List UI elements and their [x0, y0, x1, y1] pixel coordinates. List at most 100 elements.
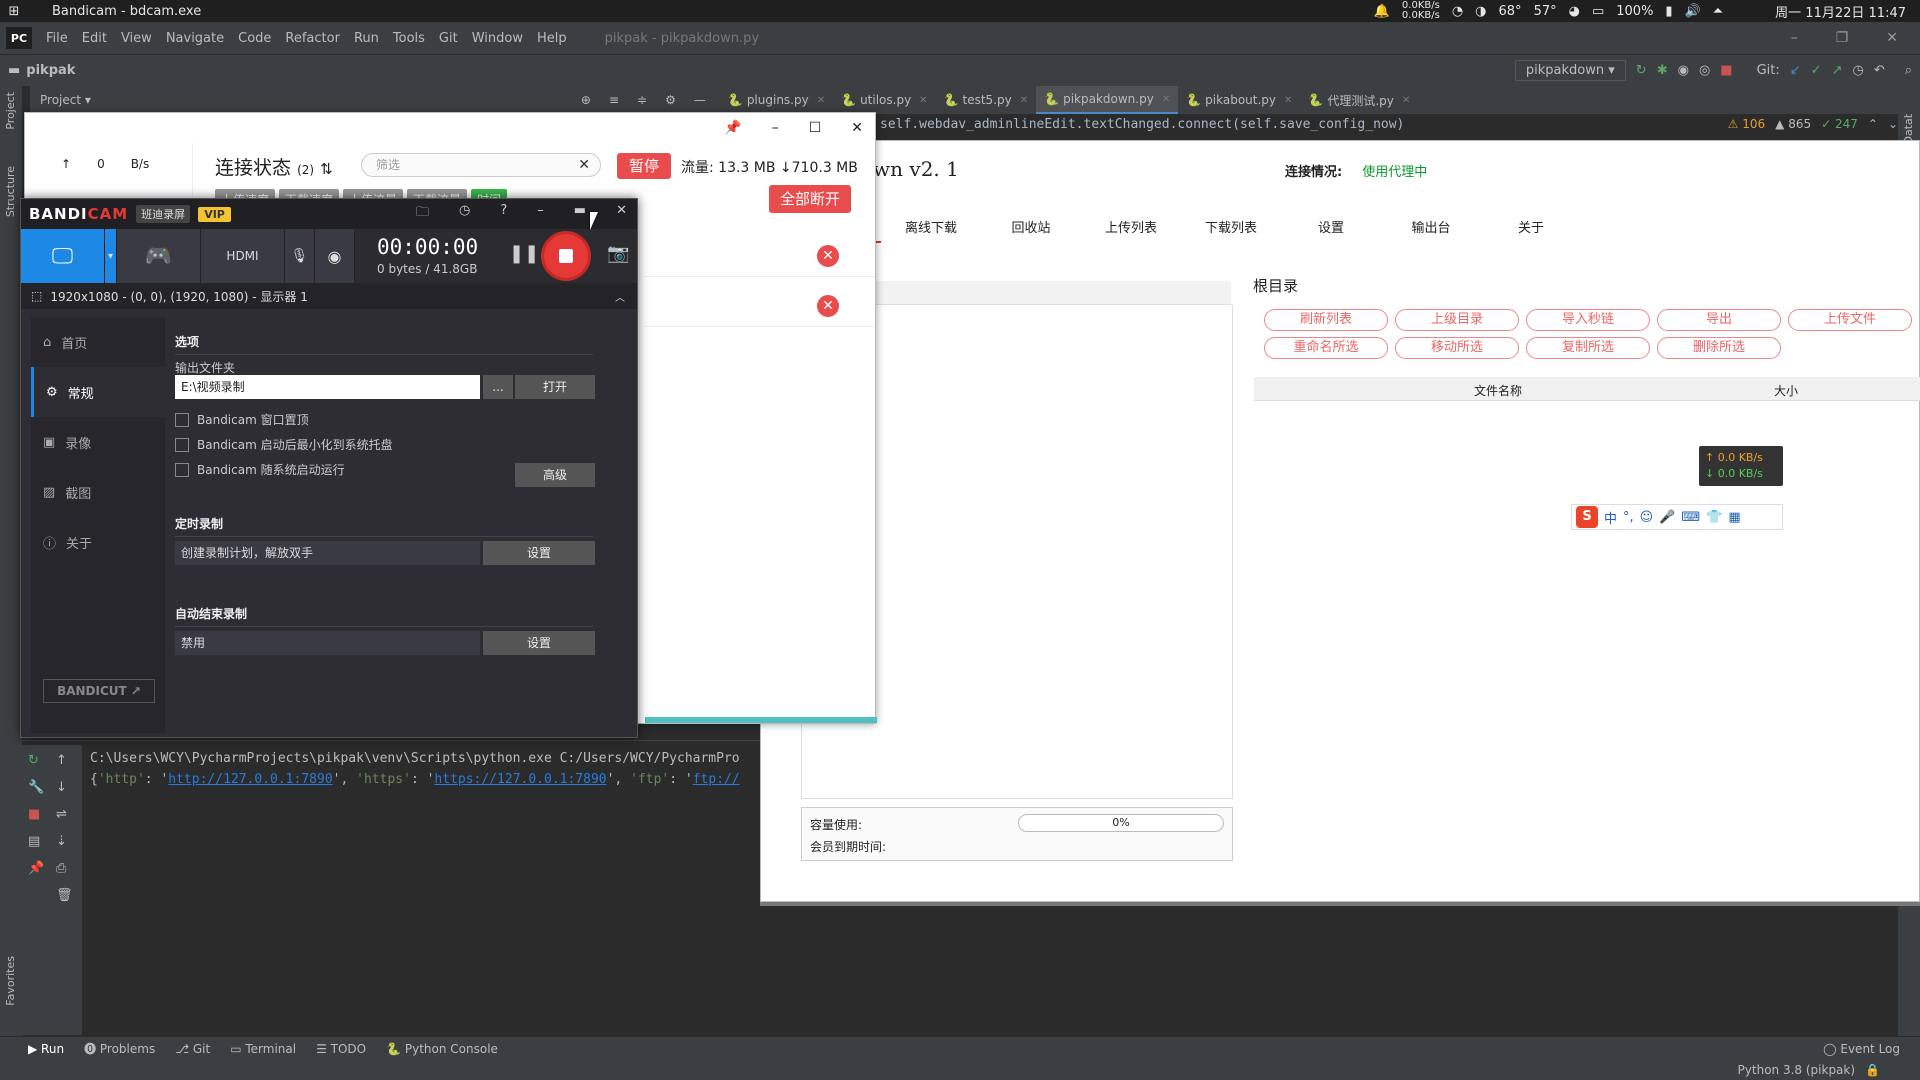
- breadcrumb-project[interactable]: pikpak: [26, 63, 75, 78]
- filter-input[interactable]: 筛选 ✕: [361, 153, 601, 177]
- parent-dir-button[interactable]: 上级目录: [1395, 309, 1519, 331]
- event-log[interactable]: ◯ Event Log: [1823, 1042, 1920, 1056]
- search-icon[interactable]: ⌕: [1905, 63, 1912, 78]
- tab-plugins[interactable]: 🐍 plugins.py ✕: [720, 86, 833, 114]
- tab-upload-list[interactable]: 上传列表: [1081, 217, 1181, 243]
- close-icon[interactable]: ✕: [851, 120, 863, 136]
- tab-close-icon[interactable]: ✕: [919, 95, 927, 106]
- ime-skin-icon[interactable]: 👕: [1706, 510, 1722, 525]
- tab-console[interactable]: 输出台: [1381, 217, 1481, 243]
- column-file-name[interactable]: 文件名称: [1474, 382, 1522, 399]
- tab-proxy-test[interactable]: 🐍 代理测试.py ✕: [1300, 86, 1418, 114]
- tab-run[interactable]: ▶ Run: [28, 1042, 64, 1056]
- tab-settings[interactable]: 设置: [1281, 217, 1381, 243]
- close-connection-icon[interactable]: ✕: [817, 295, 839, 317]
- menu-view[interactable]: View: [115, 31, 158, 46]
- windows-start-icon[interactable]: ⊞: [0, 4, 28, 19]
- tab-terminal[interactable]: ▭ Terminal: [230, 1042, 296, 1056]
- git-commit-icon[interactable]: ✓: [1811, 63, 1822, 78]
- collapse-all-icon[interactable]: ≑: [637, 93, 647, 107]
- ime-emoji-icon[interactable]: ☺: [1640, 510, 1654, 525]
- interpreter-status[interactable]: Python 3.8 (pikpak): [1738, 1063, 1856, 1077]
- close-connection-icon[interactable]: ✕: [817, 245, 839, 267]
- pause-button[interactable]: 暂停: [617, 153, 671, 179]
- move-selected-button[interactable]: 移动所选: [1395, 337, 1519, 359]
- checkbox-box[interactable]: [175, 412, 189, 427]
- tab-python-console[interactable]: 🐍 Python Console: [386, 1042, 498, 1056]
- history-icon[interactable]: ◷: [1852, 63, 1863, 78]
- rename-selected-button[interactable]: 重命名所选: [1264, 337, 1388, 359]
- webcam-toggle[interactable]: ◉: [315, 229, 355, 283]
- git-push-icon[interactable]: ↗: [1832, 63, 1843, 78]
- datetime[interactable]: 周一 11月22日 11:47: [1775, 2, 1906, 21]
- notification-icon[interactable]: 🔔: [1374, 4, 1390, 19]
- refresh-list-button[interactable]: 刷新列表: [1264, 309, 1388, 331]
- tray-expand-icon[interactable]: ⏶: [1713, 4, 1723, 19]
- tab-close-icon[interactable]: ✕: [1402, 95, 1410, 106]
- output-folder-input[interactable]: E:\视频录制: [175, 375, 480, 399]
- gear-icon[interactable]: ⚙: [665, 93, 676, 107]
- sidebar-item-image[interactable]: ▨ 截图: [31, 467, 165, 517]
- clock-icon[interactable]: ◷: [459, 203, 470, 225]
- trash-icon[interactable]: 🗑: [56, 888, 73, 903]
- device-mode-button[interactable]: HDMI: [201, 229, 285, 283]
- console-link[interactable]: https://127.0.0.1:7890: [434, 772, 606, 787]
- console-link[interactable]: http://127.0.0.1:7890: [168, 772, 332, 787]
- minimize-tray-checkbox[interactable]: Bandicam 启动后最小化到系统托盘: [175, 436, 393, 453]
- menu-help[interactable]: Help: [531, 31, 573, 46]
- display-icon[interactable]: ▭: [1592, 4, 1604, 19]
- screen-mode-dropdown[interactable]: ▾: [105, 229, 117, 283]
- menu-code[interactable]: Code: [232, 31, 277, 46]
- checkbox-box[interactable]: [175, 437, 189, 452]
- menu-window[interactable]: Window: [466, 31, 529, 46]
- run-console[interactable]: C:\Users\WCY\PycharmProjects\pikpak\venv…: [90, 748, 740, 790]
- layout-icon[interactable]: ▤: [28, 834, 44, 849]
- coverage-icon[interactable]: ◉: [1678, 63, 1689, 78]
- ime-keyboard-icon[interactable]: ⌨: [1681, 510, 1700, 525]
- chevron-up-icon[interactable]: ⌃: [1868, 117, 1878, 131]
- menu-tools[interactable]: Tools: [387, 31, 431, 46]
- tab-offline-download[interactable]: 离线下载: [881, 217, 981, 243]
- auto-stop-settings-button[interactable]: 设置: [483, 631, 595, 655]
- disconnect-all-button[interactable]: 全部断开: [769, 185, 851, 213]
- menu-edit[interactable]: Edit: [76, 31, 113, 46]
- pin-icon[interactable]: 📌: [724, 120, 741, 136]
- open-folder-button[interactable]: 打开: [515, 375, 595, 399]
- autostart-checkbox[interactable]: Bandicam 随系统启动运行: [175, 461, 345, 478]
- pin-icon[interactable]: 📌: [28, 861, 44, 876]
- print-icon[interactable]: ⎙: [56, 861, 73, 876]
- folder-icon[interactable]: 🗀: [416, 203, 429, 225]
- schedule-settings-button[interactable]: 设置: [483, 541, 595, 565]
- expand-all-icon[interactable]: ≡: [609, 93, 619, 107]
- minimize-icon[interactable]: –: [1791, 30, 1798, 46]
- copy-selected-button[interactable]: 复制所选: [1526, 337, 1650, 359]
- stop-icon[interactable]: ■: [28, 807, 44, 822]
- column-size[interactable]: 大小: [1774, 382, 1798, 399]
- ime-chinese-mode[interactable]: 中: [1604, 508, 1617, 527]
- tab-problems[interactable]: ⓿ Problems: [84, 1040, 155, 1057]
- debug-icon[interactable]: ✱: [1657, 63, 1668, 78]
- locate-icon[interactable]: ⊕: [581, 93, 591, 107]
- run-config-select[interactable]: pikpakdown ▾: [1514, 60, 1626, 81]
- tab-utilos[interactable]: 🐍 utilos.py ✕: [833, 86, 935, 114]
- advanced-button[interactable]: 高级: [515, 463, 595, 487]
- ime-toolbox-icon[interactable]: ▦: [1728, 510, 1740, 525]
- maximize-icon[interactable]: ❐: [1836, 30, 1849, 46]
- git-update-icon[interactable]: ↙: [1790, 63, 1801, 78]
- import-link-button[interactable]: 导入秒链: [1526, 309, 1650, 331]
- tab-todo[interactable]: ☰ TODO: [316, 1042, 366, 1056]
- sidebar-item-video[interactable]: ▣ 录像: [31, 417, 165, 467]
- export-button[interactable]: 导出: [1657, 309, 1781, 331]
- chevron-up-icon[interactable]: ︿: [615, 289, 637, 304]
- screenshot-icon[interactable]: 📷: [607, 243, 629, 264]
- tab-download-list[interactable]: 下载列表: [1181, 217, 1281, 243]
- volume-icon[interactable]: 🔊: [1685, 4, 1701, 19]
- bandicut-button[interactable]: BANDICUT ↗: [43, 679, 155, 703]
- game-mode-button[interactable]: 🎮: [117, 229, 201, 283]
- sort-icon[interactable]: ⇅: [320, 160, 333, 178]
- tab-git[interactable]: ⎇ Git: [175, 1042, 210, 1056]
- close-icon[interactable]: ✕: [616, 203, 627, 225]
- lock-icon[interactable]: 🔒: [1865, 1063, 1880, 1077]
- ime-toolbar[interactable]: S 中 °, ☺ 🎤 ⌨ 👕 ▦: [1571, 504, 1783, 530]
- menu-navigate[interactable]: Navigate: [160, 31, 230, 46]
